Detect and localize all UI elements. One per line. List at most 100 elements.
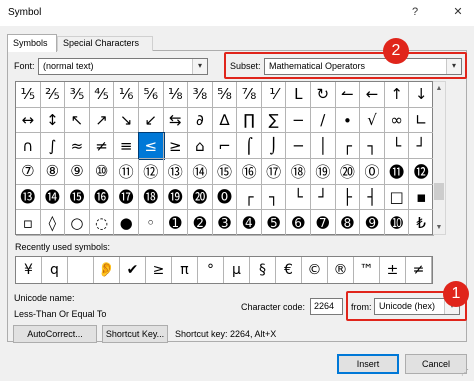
symbol-cell[interactable]: ∑: [261, 107, 287, 134]
symbol-cell[interactable]: ⓪: [360, 159, 385, 185]
symbol-cell[interactable]: ≥: [163, 133, 189, 159]
symbol-cell[interactable]: ➑: [335, 210, 361, 236]
symbol-cell[interactable]: ⓫: [384, 159, 410, 185]
recent-symbol-cell[interactable]: ≠: [406, 257, 432, 283]
symbol-cell[interactable]: ⅟: [261, 82, 287, 108]
symbol-cell[interactable]: ⓿: [212, 184, 238, 211]
symbol-cell[interactable]: ◊: [40, 210, 66, 236]
symbol-cell[interactable]: │: [311, 133, 336, 159]
symbol-cell[interactable]: ⌠: [237, 133, 262, 159]
symbol-cell[interactable]: ⑮: [212, 159, 238, 185]
symbol-cell[interactable]: ➓: [384, 210, 410, 236]
symbol-cell[interactable]: ⓬: [409, 159, 434, 185]
symbol-cell[interactable]: ↕: [40, 107, 66, 134]
scroll-up-icon[interactable]: ▲: [433, 82, 445, 95]
grid-scrollbar[interactable]: ▲ ▼: [433, 81, 446, 235]
symbol-cell[interactable]: ➍: [237, 210, 262, 236]
symbol-cell[interactable]: ┌: [335, 133, 361, 159]
recent-symbol-cell[interactable]: [68, 257, 94, 283]
recent-symbol-cell[interactable]: ©: [302, 257, 328, 283]
symbol-cell[interactable]: ↘: [114, 107, 139, 134]
symbol-cell[interactable]: ↓: [409, 82, 434, 108]
symbol-cell[interactable]: ⓯: [65, 184, 90, 211]
recent-symbol-cell[interactable]: q: [42, 257, 68, 283]
symbol-cell[interactable]: ₺: [409, 210, 434, 236]
symbol-cell[interactable]: ⑫: [138, 159, 164, 185]
symbol-cell[interactable]: ┌: [237, 184, 262, 211]
symbol-grid[interactable]: ⅕ ⅖ ⅗ ⅘ ⅙ ⅚ ⅛ ⅜ ⅝ ⅞ ⅟ Ⅼ ↻ ↼ ← ↑ ↓ ↔ ↕ ↖ ↗ ↘ ↙ ⇆ ∂ ∆ ∏ ∑ − ∕ ∙ √ ∞ ∟ ∩ ∫ ≈ ≠ ≡ ≤…: [15, 81, 434, 236]
symbol-cell[interactable]: ↗: [89, 107, 115, 134]
symbol-cell[interactable]: ⅝: [212, 82, 238, 108]
symbol-cell[interactable]: ⓮: [40, 184, 66, 211]
symbol-cell[interactable]: ≠: [89, 133, 115, 159]
symbol-cell[interactable]: ⑦: [16, 159, 41, 185]
symbol-cell[interactable]: ⅖: [40, 82, 66, 108]
symbol-cell[interactable]: ⓳: [163, 184, 189, 211]
help-button[interactable]: ?: [405, 3, 425, 21]
symbol-cell[interactable]: ∆: [212, 107, 238, 134]
recent-symbol-cell[interactable]: ®: [328, 257, 354, 283]
symbol-cell[interactable]: ⅞: [237, 82, 262, 108]
symbol-cell[interactable]: ⌡: [261, 133, 287, 159]
symbol-cell[interactable]: ∕: [311, 107, 336, 134]
symbol-cell[interactable]: ○: [65, 210, 90, 236]
symbol-cell[interactable]: ⓲: [138, 184, 164, 211]
symbol-cell[interactable]: ≈: [65, 133, 90, 159]
symbol-cell[interactable]: □: [384, 184, 410, 211]
symbol-cell[interactable]: Ⅼ: [286, 82, 312, 108]
symbol-cell[interactable]: ⑱: [286, 159, 312, 185]
symbol-cell[interactable]: ⅗: [65, 82, 90, 108]
scroll-down-icon[interactable]: ▼: [433, 221, 445, 234]
font-dropdown[interactable]: (normal text) ▾: [38, 58, 208, 75]
symbol-cell[interactable]: ┘: [311, 184, 336, 211]
symbol-cell[interactable]: ⅛: [163, 82, 189, 108]
symbol-cell[interactable]: ∏: [237, 107, 262, 134]
symbol-cell[interactable]: ↼: [335, 82, 361, 108]
symbol-cell[interactable]: ⅘: [89, 82, 115, 108]
symbol-cell[interactable]: ⑯: [237, 159, 262, 185]
symbol-cell[interactable]: ➌: [212, 210, 238, 236]
scroll-thumb[interactable]: [434, 183, 444, 200]
symbol-cell[interactable]: ⓱: [114, 184, 139, 211]
symbol-cell[interactable]: ─: [286, 133, 312, 159]
symbol-cell[interactable]: ◌: [89, 210, 115, 236]
tab-special-characters[interactable]: Special Characters: [57, 36, 153, 51]
symbol-cell[interactable]: ≡: [114, 133, 139, 159]
symbol-cell[interactable]: ⌐: [212, 133, 238, 159]
symbol-cell[interactable]: ←: [360, 82, 385, 108]
symbol-cell[interactable]: ≤: [137, 132, 165, 160]
recent-symbol-cell[interactable]: µ: [224, 257, 250, 283]
symbol-cell[interactable]: ┐: [261, 184, 287, 211]
symbol-cell[interactable]: ⑳: [335, 159, 361, 185]
symbol-cell[interactable]: ↙: [138, 107, 164, 134]
recent-symbol-cell[interactable]: €: [276, 257, 302, 283]
symbol-cell[interactable]: ├: [335, 184, 361, 211]
autocorrect-button[interactable]: AutoCorrect...: [13, 325, 97, 343]
symbol-cell[interactable]: ●: [114, 210, 139, 236]
insert-button[interactable]: Insert: [337, 354, 399, 374]
symbol-cell[interactable]: ➎: [261, 210, 287, 236]
symbol-cell[interactable]: ⅙: [114, 82, 139, 108]
chevron-down-icon[interactable]: ▾: [192, 59, 207, 74]
close-button[interactable]: ✕: [448, 3, 468, 21]
symbol-cell[interactable]: ⇆: [163, 107, 189, 134]
symbol-cell[interactable]: ┐: [360, 133, 385, 159]
recent-symbol-cell[interactable]: ≥: [146, 257, 172, 283]
symbol-cell[interactable]: −: [286, 107, 312, 134]
symbol-cell[interactable]: ⌂: [188, 133, 213, 159]
resize-grip-icon[interactable]: ⋰: [461, 368, 471, 378]
recent-symbol-cell[interactable]: §: [250, 257, 276, 283]
recent-symbol-cell[interactable]: ™: [354, 257, 380, 283]
symbol-cell[interactable]: ⑬: [163, 159, 189, 185]
symbol-cell[interactable]: ∩: [16, 133, 41, 159]
symbol-cell[interactable]: ↖: [65, 107, 90, 134]
symbol-cell[interactable]: └: [384, 133, 410, 159]
symbol-cell[interactable]: ➐: [311, 210, 336, 236]
recent-symbols-row[interactable]: ¥ q 👂 ✔ ≥ π ° µ § € © ® ™ ± ≠: [15, 256, 433, 284]
symbol-cell[interactable]: ┘: [409, 133, 434, 159]
symbol-cell[interactable]: ↻: [311, 82, 336, 108]
symbol-cell[interactable]: ⑧: [40, 159, 66, 185]
symbol-cell[interactable]: ⓰: [89, 184, 115, 211]
character-code-input[interactable]: 2264: [310, 298, 343, 315]
cancel-button[interactable]: Cancel: [405, 354, 467, 374]
